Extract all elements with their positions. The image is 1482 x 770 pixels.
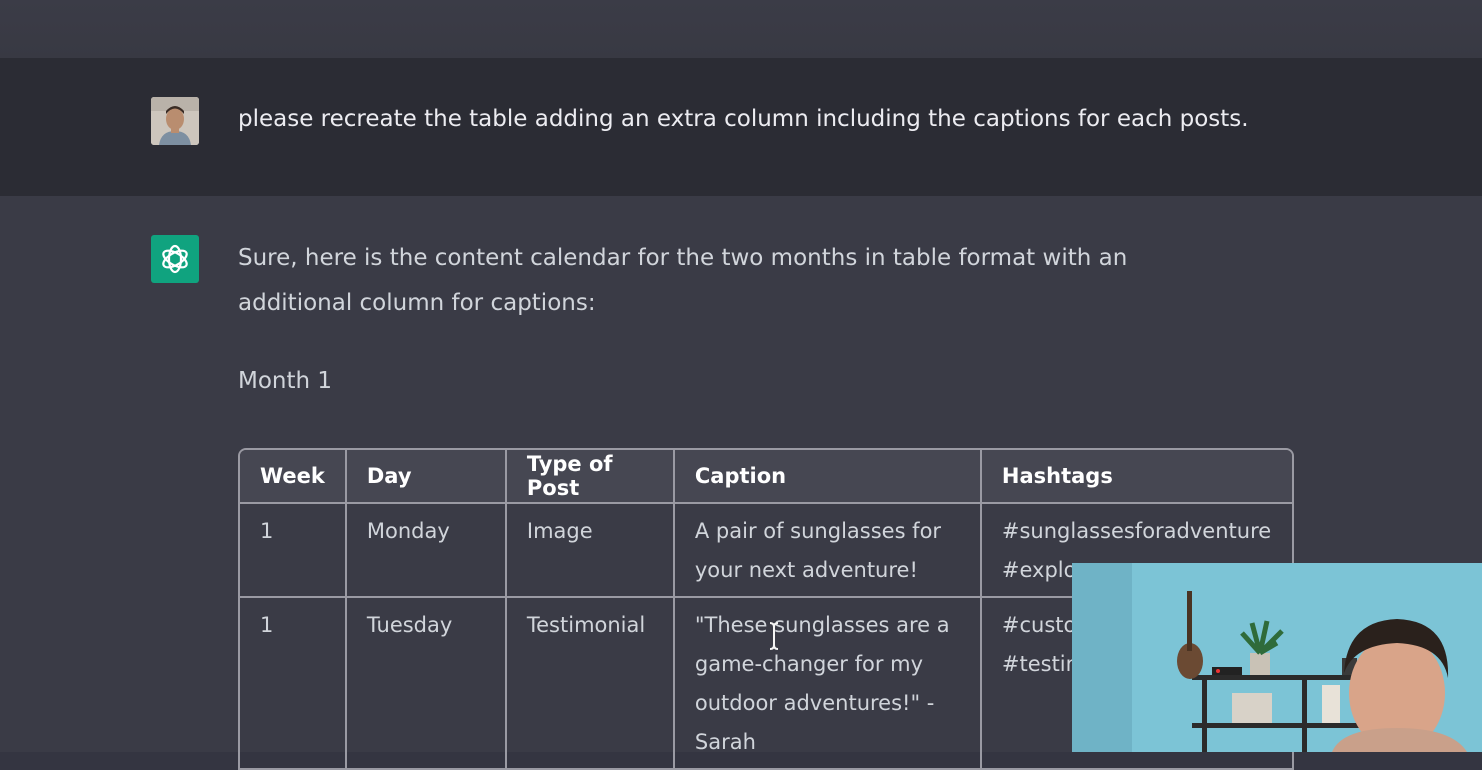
top-strip bbox=[0, 0, 1482, 58]
assistant-intro-text: Sure, here is the content calendar for t… bbox=[238, 245, 1128, 316]
webcam-overlay bbox=[1072, 563, 1482, 752]
openai-logo-icon bbox=[151, 235, 199, 283]
header-type-of-post: Type of Post bbox=[504, 450, 674, 504]
user-message-text: please recreate the table adding an extr… bbox=[238, 106, 1249, 132]
table-header-row: Week Day Type of Post Caption Hashtags bbox=[240, 450, 1292, 504]
cell-caption: A pair of sunglasses for your next adven… bbox=[672, 503, 981, 598]
month-heading: Month 1 bbox=[238, 368, 333, 394]
cell-week: 1 bbox=[240, 503, 346, 598]
cell-day: Monday bbox=[344, 503, 506, 598]
cell-day: Tuesday bbox=[344, 597, 506, 770]
header-hashtags: Hashtags bbox=[979, 450, 1292, 504]
header-caption: Caption bbox=[672, 450, 981, 504]
header-day: Day bbox=[344, 450, 506, 504]
cell-caption: "These sunglasses are a game-changer for… bbox=[672, 597, 981, 770]
cell-type: Image bbox=[504, 503, 674, 598]
user-avatar bbox=[151, 97, 199, 145]
text-cursor-icon bbox=[768, 621, 780, 651]
cell-week: 1 bbox=[240, 597, 346, 770]
cell-type: Testimonial bbox=[504, 597, 674, 770]
header-week: Week bbox=[240, 450, 346, 504]
